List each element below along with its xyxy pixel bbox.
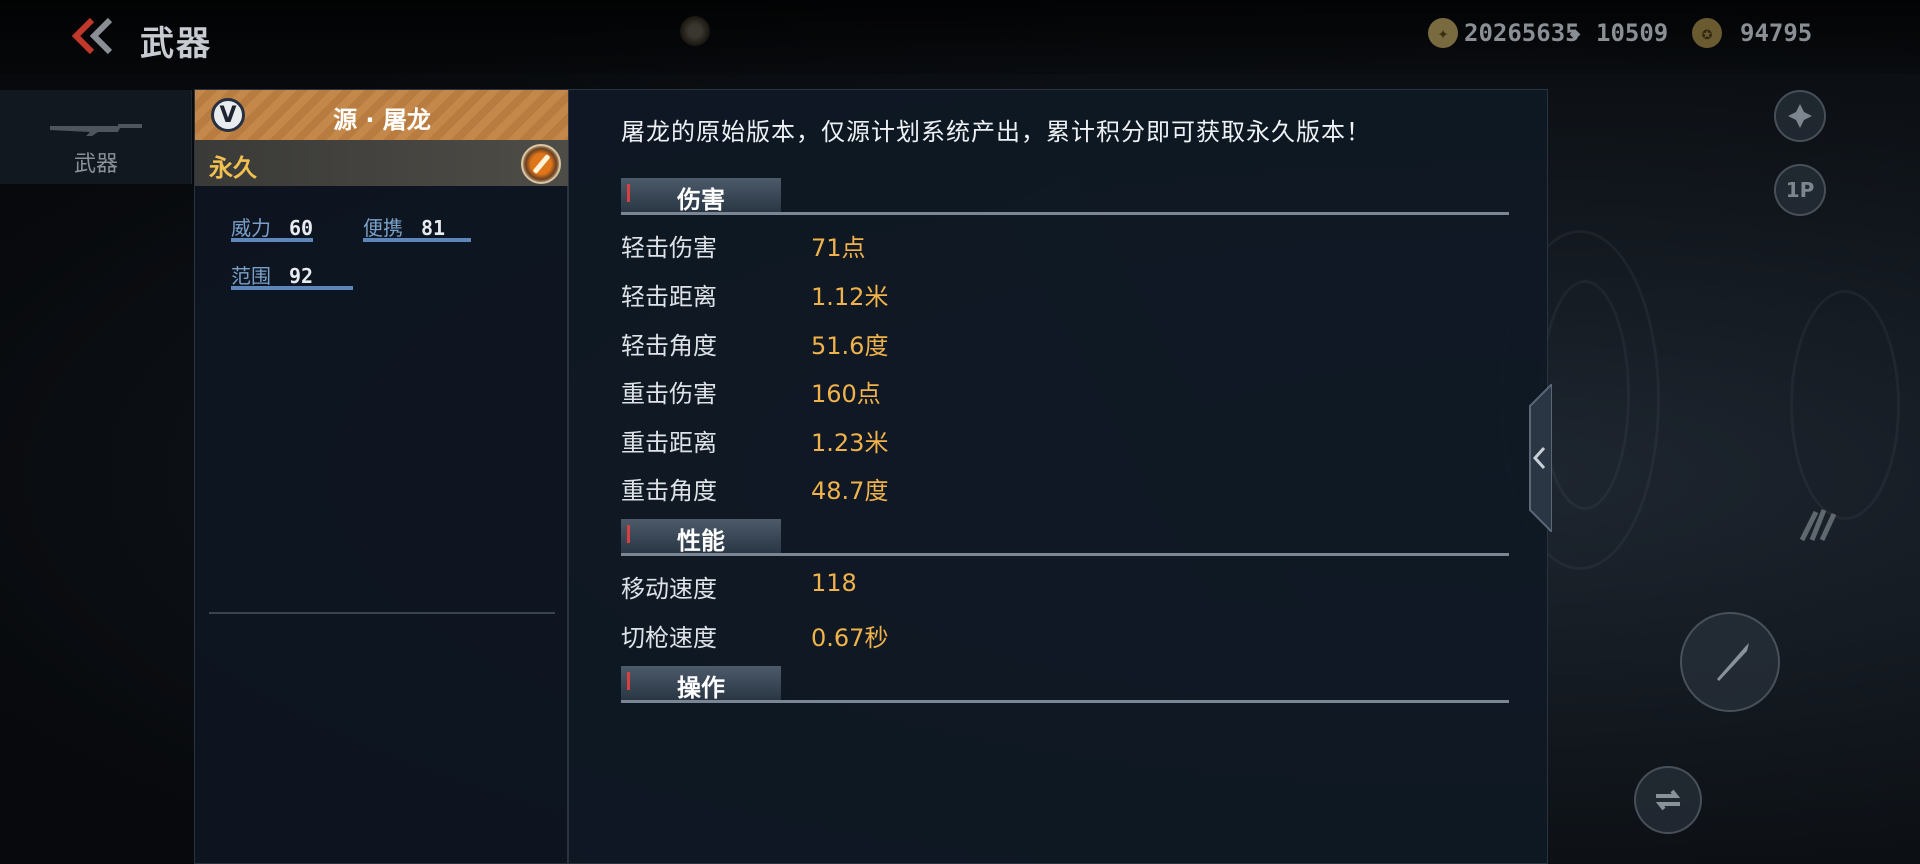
sidebar-item-weapons[interactable]: 武器 (0, 90, 192, 184)
top-bar: 武器 ✦ 20265635 ◆ 10509 ✪ 94795 (0, 0, 1920, 74)
stat-row-label: 移动速度 (621, 575, 717, 603)
weapon-description: 屠龙的原始版本，仅源计划系统产出，累计积分即可获取永久版本！ (621, 118, 1371, 146)
chevron-left-icon (1529, 381, 1553, 535)
weapon-name: 源 · 屠龙 (333, 106, 431, 134)
currency-gold[interactable]: ✦ 20265635 (1428, 18, 1580, 48)
diamond-icon: ◆ (1569, 22, 1581, 44)
stat-label: 范围 (231, 264, 271, 288)
double-chevron-left-icon (71, 17, 113, 55)
stat-row-label: 轻击伤害 (621, 234, 717, 262)
page-title: 武器 (140, 24, 212, 64)
attack-button[interactable] (1680, 612, 1780, 712)
claw-icon (1799, 509, 1837, 542)
stat-row-label: 轻击角度 (621, 332, 717, 360)
stat-underline (231, 238, 313, 242)
melee-badge-icon (521, 144, 561, 184)
currency-medal[interactable]: ✪ 94795 (1692, 18, 1812, 48)
gold-coin-icon: ✦ (1428, 18, 1458, 48)
stat-underline (363, 238, 471, 242)
stat-row-label: 重击伤害 (621, 380, 717, 408)
section-controls-header: 操作 (621, 666, 1509, 703)
currency-medal-value: 94795 (1740, 19, 1813, 47)
stat-underline (231, 286, 353, 290)
stat-value: 92 (289, 264, 314, 288)
section-title: 性能 (677, 527, 725, 555)
section-performance-header: 性能 (621, 519, 1509, 556)
stat-row-value: 48.7度 (811, 477, 889, 505)
stat-value: 60 (289, 216, 314, 240)
duration-label: 永久 (209, 154, 257, 182)
dpad-button[interactable] (1774, 90, 1826, 142)
rifle-icon (50, 124, 142, 136)
stat-label: 便携 (363, 216, 403, 240)
weapon-name-bar: V 源 · 屠龙 (195, 90, 569, 140)
currency-diamond[interactable]: ◆ 10509 (1560, 18, 1669, 48)
background-ring (1790, 290, 1900, 520)
background-ring (1540, 280, 1630, 510)
stat-row-value: 1.12米 (811, 283, 889, 311)
sidebar-item-label: 武器 (73, 152, 118, 177)
section-rule (621, 212, 1509, 215)
medal-icon: ✪ (1692, 18, 1722, 48)
swap-icon (1655, 789, 1681, 811)
weapon-info-panel: V 源 · 屠龙 永久 威力 60 便携 81 范围 92 (194, 89, 569, 864)
section-damage-header: 伤害 (621, 178, 1509, 215)
stat-row-label: 轻击距离 (621, 283, 717, 311)
currency-diamond-value: 10509 (1596, 19, 1669, 47)
stat-row-value: 160点 (811, 380, 881, 408)
switch-weapon-button[interactable] (1634, 766, 1702, 834)
section-rule (621, 553, 1509, 556)
stat-row-label: 切枪速度 (621, 624, 717, 652)
stat-label: 威力 (231, 216, 271, 240)
duration-bar: 永久 (195, 140, 569, 186)
stat-row-value: 71点 (811, 234, 866, 262)
collapse-panel-button[interactable] (1524, 381, 1553, 535)
weapon-detail-panel: 屠龙的原始版本，仅源计划系统产出，累计积分即可获取永久版本！ 伤害 轻击伤害 7… (568, 89, 1548, 864)
view-mode-label: 1P (1785, 178, 1815, 202)
section-title: 伤害 (677, 186, 725, 214)
status-dot (680, 16, 710, 46)
panel-divider (209, 612, 555, 614)
section-rule (621, 700, 1509, 703)
stat-value: 81 (421, 216, 446, 240)
claw-skill-button[interactable] (1790, 496, 1846, 552)
view-mode-button[interactable]: 1P (1774, 164, 1826, 216)
stat-range: 范围 92 (231, 260, 353, 290)
section-title: 操作 (677, 674, 725, 702)
stat-row-value: 0.67秒 (811, 624, 889, 652)
stat-row-value: 1.23米 (811, 429, 889, 457)
stat-row-value: 51.6度 (811, 332, 889, 360)
stat-row-label: 重击角度 (621, 477, 717, 505)
stat-portability: 便携 81 (363, 212, 471, 242)
stat-power: 威力 60 (231, 212, 314, 242)
dpad-icon (1788, 104, 1812, 128)
back-button[interactable] (68, 16, 118, 56)
stat-row-value: 118 (811, 569, 857, 597)
stat-row-label: 重击距离 (621, 429, 717, 457)
blade-icon (1717, 643, 1749, 681)
